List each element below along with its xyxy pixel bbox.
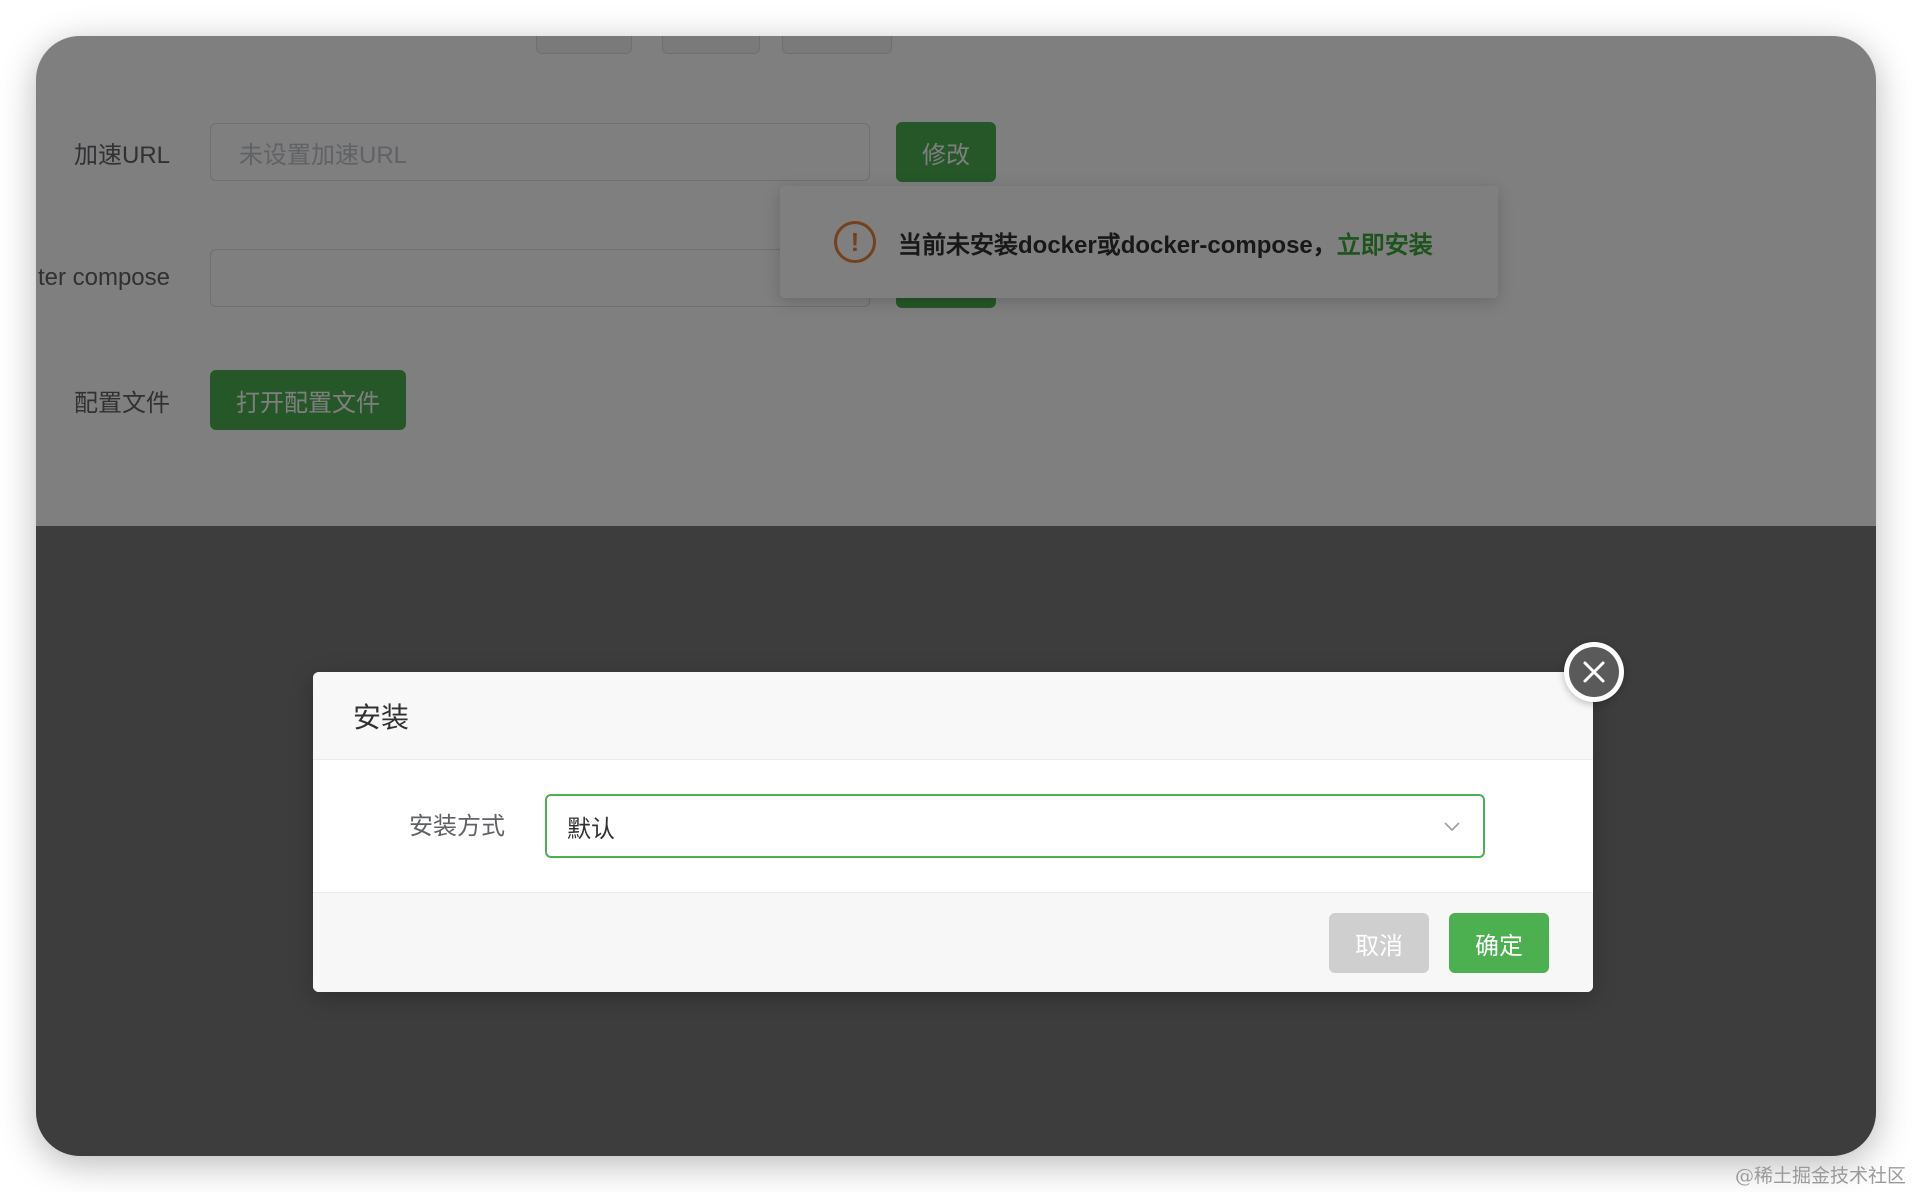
dialog-header: 安装 bbox=[313, 672, 1593, 760]
dialog-body: 安装方式 默认 bbox=[313, 760, 1593, 892]
install-method-label: 安装方式 bbox=[409, 813, 505, 840]
install-now-link[interactable]: 立即安装 bbox=[1337, 225, 1433, 260]
install-dialog: 安装 安装方式 默认 取消 确定 bbox=[313, 672, 1593, 992]
banner-message: 当前未安装docker或docker-compose， bbox=[898, 231, 1337, 259]
docker-warning-banner: ! 当前未安装docker或docker-compose， 立即安装 bbox=[780, 186, 1498, 298]
confirm-button[interactable]: 确定 bbox=[1449, 913, 1549, 973]
chevron-down-icon bbox=[1444, 822, 1460, 832]
cancel-button[interactable]: 取消 bbox=[1329, 913, 1429, 973]
warning-circle-icon: ! bbox=[834, 221, 876, 263]
install-method-value: 默认 bbox=[567, 815, 615, 843]
watermark: @稀土掘金技术社区 bbox=[1734, 1165, 1906, 1187]
install-method-select[interactable]: 默认 bbox=[545, 794, 1485, 858]
app-window: 加速URL 未设置加速URL 修改 ter compose 配置文件 打开配置文… bbox=[36, 36, 1876, 1156]
close-icon bbox=[1569, 647, 1619, 697]
dialog-title: 安装 bbox=[353, 701, 410, 733]
dialog-footer: 取消 确定 bbox=[313, 892, 1593, 992]
dialog-close-button[interactable] bbox=[1564, 642, 1624, 702]
